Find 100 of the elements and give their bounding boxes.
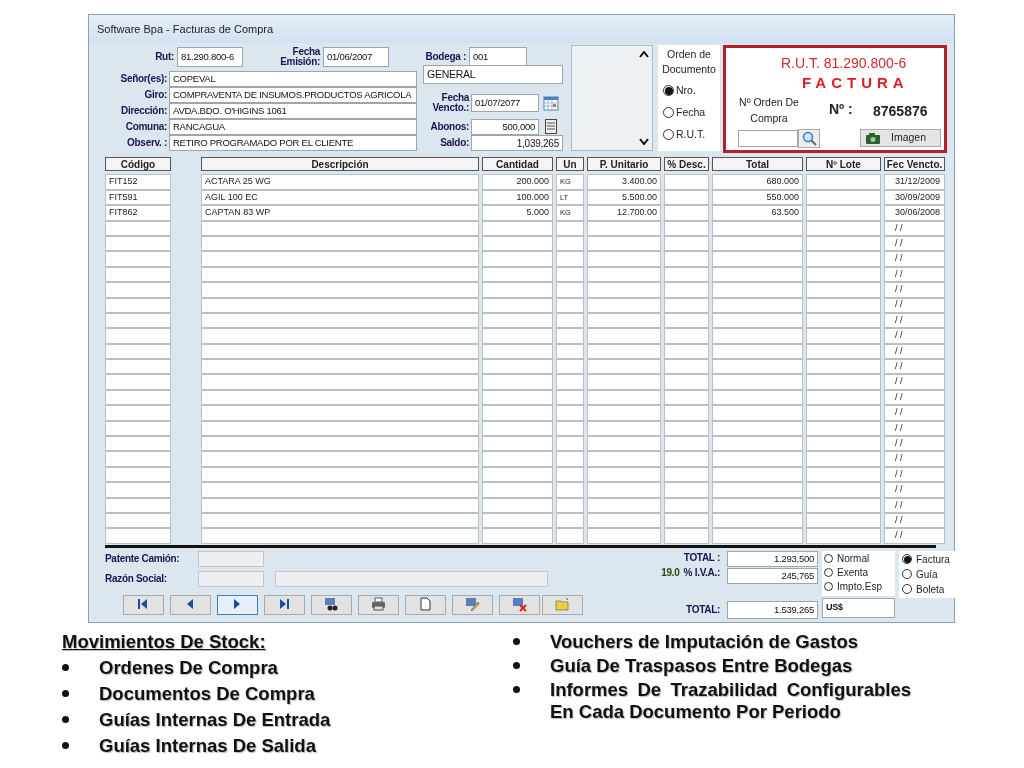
table-cell [664, 436, 709, 452]
field-label: Bodega : [424, 52, 467, 62]
table-cell [664, 205, 709, 221]
radio-button[interactable]: Factura [902, 551, 954, 567]
bullet-icon [62, 664, 69, 671]
table-cell: / / [884, 328, 945, 344]
table-cell [664, 405, 709, 421]
table-cell: 30/06/2008 [884, 205, 945, 221]
input-field[interactable]: 001 [469, 47, 527, 67]
rut-heading: R.U.T. 81.290.800-6 [781, 54, 907, 73]
edit-icon [465, 597, 480, 613]
table-cell [664, 174, 709, 190]
toolbar-button[interactable] [123, 594, 164, 615]
input-field[interactable]: COPEVAL [169, 71, 417, 87]
table-cell: 680.000 [712, 174, 803, 190]
table-cell [482, 405, 553, 421]
input-field[interactable]: GENERAL [423, 65, 563, 84]
table-cell [482, 282, 553, 298]
scroll-down-icon[interactable] [639, 138, 649, 145]
table-cell [482, 251, 553, 267]
date-field[interactable]: 01/07/2077 [471, 94, 539, 112]
input-field[interactable]: RETIRO PROGRAMADO POR EL CLIENTE [169, 135, 417, 151]
toolbar-button[interactable] [217, 594, 258, 615]
date-field[interactable]: 01/06/2007 [323, 47, 389, 67]
table-cell [556, 374, 584, 390]
image-button[interactable]: Imagen [860, 129, 941, 147]
table-cell [105, 528, 171, 544]
table-cell: 5.000 [482, 205, 553, 221]
input-field[interactable] [275, 571, 548, 588]
table-cell [482, 359, 553, 375]
field-label: Razón Social: [105, 574, 168, 585]
input-field[interactable]: RANCAGUA [169, 119, 417, 135]
total-field: 1.539,265 [727, 600, 818, 619]
radio-button[interactable]: Exenta [824, 565, 893, 580]
table-cell [556, 405, 584, 421]
calendar-icon[interactable] [543, 95, 559, 111]
input-field[interactable] [738, 130, 798, 147]
input-field[interactable]: 500,000 [471, 119, 539, 135]
search-button[interactable] [798, 129, 820, 148]
radio-button[interactable]: Impto.Esp [824, 579, 893, 594]
radio-button[interactable]: Normal [824, 551, 893, 566]
group-title: Orden de Documento [661, 47, 717, 77]
table-cell: 3.400.00 [587, 174, 661, 190]
table-cell [105, 328, 171, 344]
bullet-text: Guía De Traspasos Entre Bodegas [550, 654, 854, 677]
column-header[interactable]: Cantidad [482, 157, 553, 171]
table-cell: 12.700.00 [587, 205, 661, 221]
table-cell: / / [884, 282, 945, 298]
radio-button[interactable]: Fecha [663, 104, 718, 121]
delete-icon [512, 597, 527, 613]
table-cell: / / [884, 374, 945, 390]
table-cell [556, 282, 584, 298]
field-label: Nº Orden De Compra [738, 95, 800, 126]
table-cell: / / [884, 436, 945, 452]
radio-button[interactable]: R.U.T. [663, 126, 718, 143]
calculator-icon[interactable] [545, 119, 557, 134]
table-cell: / / [884, 451, 945, 467]
column-header[interactable]: Nº Lote [806, 157, 881, 171]
input-field[interactable]: COMPRAVENTA DE INSUMOS.PRODUCTOS AGRICOLA [169, 87, 417, 103]
table-cell [105, 359, 171, 375]
column-header[interactable]: Total [712, 157, 803, 171]
table-cell [482, 436, 553, 452]
toolbar-button[interactable] [170, 594, 211, 615]
bullet-text: Guías Internas De Entrada [99, 708, 331, 732]
slide-heading: Movimientos De Stock: [62, 630, 267, 654]
radio-button[interactable]: Boleta [902, 581, 954, 597]
column-header[interactable]: Código [105, 157, 171, 171]
radio-button[interactable]: Guía [902, 566, 954, 582]
tax-label: % I.V.A.: [683, 567, 720, 580]
memo-field[interactable] [571, 45, 653, 151]
table-cell [482, 528, 553, 544]
scroll-up-icon[interactable] [639, 51, 649, 58]
column-header[interactable]: P. Unitario [587, 157, 661, 171]
input-field[interactable] [198, 551, 264, 568]
table-cell [105, 374, 171, 390]
input-field[interactable]: AVDA.BDO. O'HIGINS 1061 [169, 103, 417, 119]
document-number: 8765876 [873, 102, 928, 121]
input-field[interactable]: 81.290.800-6 [177, 47, 243, 67]
table-cell: / / [884, 405, 945, 421]
toolbar-button[interactable] [311, 594, 352, 615]
input-field[interactable]: 1,039,265 [471, 135, 563, 151]
table-cell: 200.000 [482, 174, 553, 190]
table-cell [556, 359, 584, 375]
document-type-heading: FACTURA [802, 73, 909, 93]
field-label: Fecha Vencto.: [431, 91, 471, 115]
column-header[interactable]: % Desc. [664, 157, 709, 171]
column-header[interactable]: Descripción [201, 157, 479, 171]
radio-button[interactable]: Nro. [663, 83, 718, 99]
bullet-text: Ordenes De Compra [99, 656, 278, 680]
toolbar-button[interactable] [264, 594, 305, 615]
table-cell: ACTARA 25 WG [201, 174, 479, 190]
column-header[interactable]: Un [556, 157, 584, 171]
column-header[interactable]: Fec Vencto. [884, 157, 945, 171]
input-field[interactable] [198, 571, 264, 588]
table-cell [556, 251, 584, 267]
table-cell [105, 451, 171, 467]
field-label: Rut: [154, 52, 175, 62]
table-cell [105, 436, 171, 452]
table-cell [664, 528, 709, 544]
document-icon [418, 597, 433, 613]
